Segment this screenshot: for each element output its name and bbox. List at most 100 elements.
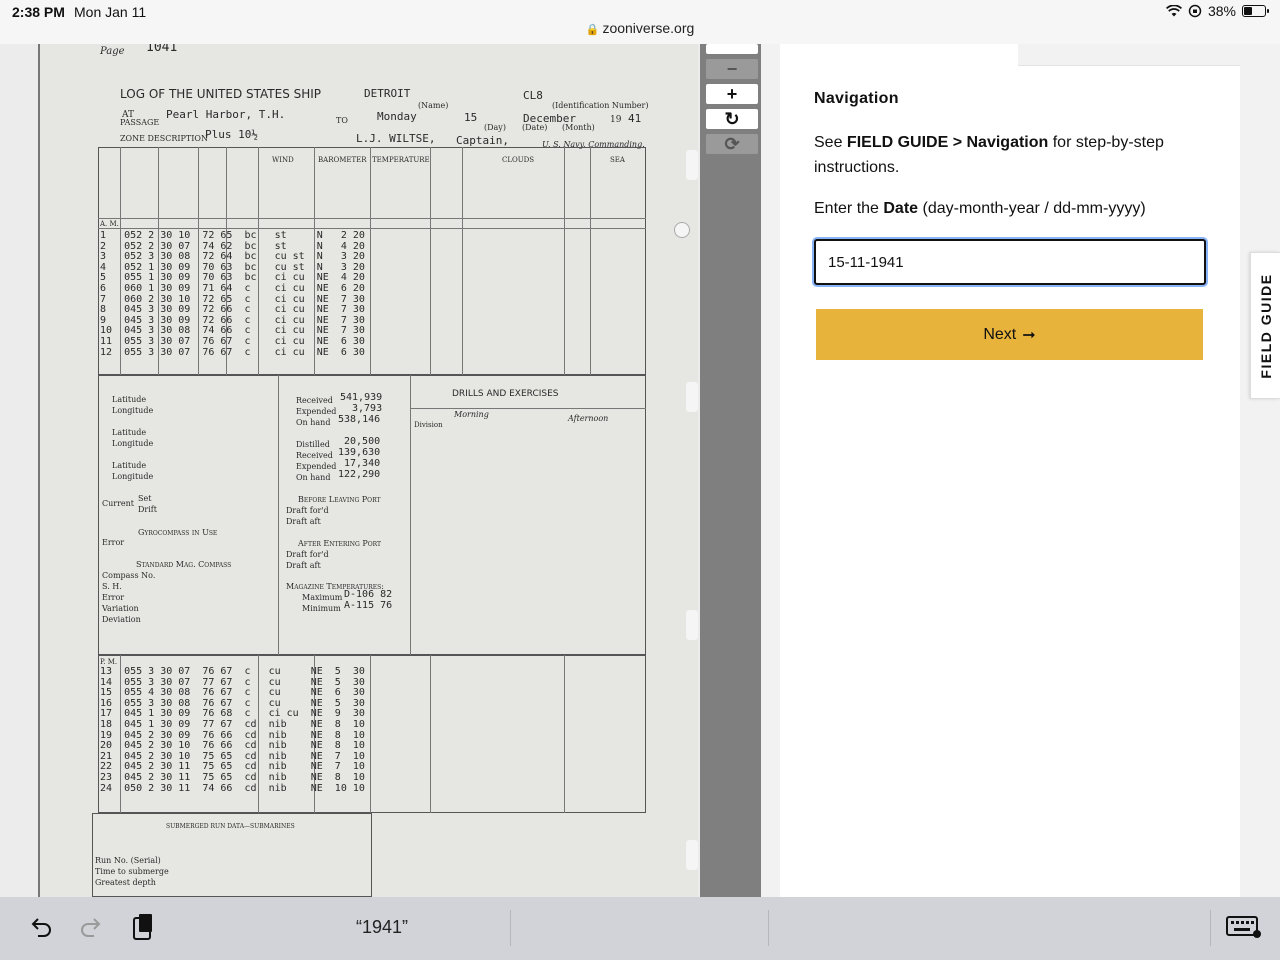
viewer-control-partial[interactable]	[706, 44, 758, 54]
fuel-expended: 3,793	[352, 403, 383, 414]
division-label: Division	[414, 421, 443, 429]
morning-label: Morning	[454, 410, 489, 419]
reset-view-button[interactable]: ↻	[706, 109, 758, 129]
day-of-week: Monday	[377, 110, 417, 123]
divider	[1210, 910, 1211, 946]
mag-compass-label: Standard Mag. Compass	[136, 560, 232, 569]
name-label: (Name)	[418, 101, 449, 110]
year-prefix: 19	[610, 115, 622, 125]
next-label: Next	[983, 325, 1017, 343]
passage-label: PASSAGE	[120, 118, 160, 127]
minus-icon: −	[726, 58, 738, 79]
battery-level	[1244, 7, 1252, 15]
hide-keyboard-button[interactable]	[1226, 912, 1262, 942]
binder-clip	[686, 610, 698, 640]
redo-button[interactable]	[76, 912, 106, 942]
page-number: 1041	[146, 44, 178, 55]
rotate-icon: ⟳	[724, 133, 740, 154]
water-distilled-label: Distilled	[296, 440, 330, 449]
date: Mon Jan 11	[74, 4, 147, 20]
drills-title: DRILLS AND EXERCISES	[452, 389, 559, 399]
panel-tab[interactable]	[1018, 44, 1240, 66]
url-text: zooniverse.org	[602, 20, 695, 36]
fuel-received-label: Received	[296, 396, 333, 405]
date-question: Enter the Date (day-month-year / dd-mm-y…	[814, 200, 1146, 218]
question-bold: Date	[883, 200, 919, 217]
orientation-lock-icon	[1188, 4, 1202, 18]
keyboard-icon	[1226, 916, 1261, 938]
water-received-label: Received	[296, 451, 333, 460]
divider	[768, 910, 769, 946]
status-bar: 2:38 PM Mon Jan 11 🔒 zooniverse.org 38%	[0, 0, 1280, 44]
am-observations: 1 052 2 30 10 72 65 bc st N 2 20 2 052 2…	[100, 230, 365, 358]
after-port-label: After Entering Port	[298, 539, 382, 548]
zone-label: ZONE DESCRIPTION	[120, 134, 208, 143]
field-guide-tab[interactable]: FIELD GUIDE	[1250, 252, 1280, 399]
zone-value: Plus 10½	[205, 128, 258, 141]
water-expended-label: Expended	[296, 462, 337, 471]
undo-icon	[31, 918, 51, 937]
deviation-label: Deviation	[102, 615, 141, 624]
lock-icon: 🔒	[585, 24, 600, 36]
place: Pearl Harbor, T.H.	[166, 108, 286, 121]
latitude-2000: Latitude	[112, 461, 147, 470]
draft-fwd-before: Draft for'd	[286, 506, 329, 515]
divider	[510, 910, 511, 946]
log-page-image[interactable]: Page 1041 LOG OF THE UNITED STATES SHIP …	[38, 44, 698, 897]
paste-button[interactable]	[128, 912, 158, 942]
current-label: Current	[102, 499, 135, 508]
fuel-expended-label: Expended	[296, 407, 337, 416]
latitude-noon: Latitude	[112, 428, 147, 437]
field-guide-label: FIELD GUIDE	[1257, 272, 1274, 379]
binder-clip	[686, 150, 698, 180]
viewer-toolbar	[700, 44, 761, 897]
battery-icon	[1242, 5, 1269, 17]
keyboard-shortcut-bar	[0, 897, 1280, 960]
captain-name: L.J. WILTSE,	[356, 132, 436, 145]
rotate-button[interactable]: ⟳	[706, 134, 758, 154]
desc-see: See	[814, 134, 847, 151]
date-input[interactable]	[814, 239, 1206, 285]
water-onhand-label: On hand	[296, 473, 331, 482]
ship-number: CL8	[523, 89, 543, 102]
greatest-depth-label: Greatest depth	[95, 878, 156, 887]
reset-icon: ↻	[724, 108, 740, 129]
wind-header: WIND	[272, 156, 294, 164]
year-suffix: 41	[628, 112, 642, 125]
binder-hole	[674, 222, 690, 238]
task-description: See FIELD GUIDE > Navigation for step-by…	[814, 130, 1214, 180]
pm-label: P. M.	[100, 658, 118, 666]
gyro-error-label: Error	[102, 538, 125, 547]
undo-button[interactable]	[26, 912, 56, 942]
pm-observations: 13 055 3 30 07 76 67 c cu NE 5 30 14 055…	[100, 666, 365, 794]
month-label: (Month)	[562, 123, 595, 132]
mag-max: D-106 82	[344, 589, 393, 600]
am-label: A. M.	[100, 220, 119, 228]
status-icons: 38%	[1165, 3, 1269, 19]
draft-aft-before: Draft aft	[286, 517, 321, 526]
fuel-received: 541,939	[340, 392, 383, 403]
zoom-out-button[interactable]: −	[706, 59, 758, 79]
mag-min-label: Minimum	[302, 604, 341, 613]
wifi-icon	[1165, 5, 1182, 17]
task-heading: Navigation	[814, 90, 899, 107]
water-expended: 17,340	[344, 458, 381, 469]
draft-fwd-after: Draft for'd	[286, 550, 329, 559]
day: 15	[464, 111, 478, 124]
zoom-in-button[interactable]: +	[706, 84, 758, 104]
compass-no-label: Compass No.	[102, 571, 156, 580]
page-label: Page	[100, 46, 125, 57]
next-button[interactable]: Next ➞	[816, 309, 1203, 360]
url-bar[interactable]: 🔒 zooniverse.org	[0, 20, 1280, 36]
id-label: (Identification Number)	[552, 101, 649, 110]
redo-icon	[81, 918, 101, 937]
draft-aft-after: Draft aft	[286, 561, 321, 570]
set-label: Set	[138, 494, 152, 503]
gyro-label: Gyrocompass in Use	[138, 528, 218, 537]
variation-label: Variation	[102, 604, 139, 613]
text-suggestion[interactable]: “1941”	[356, 917, 408, 938]
water-onhand: 122,290	[338, 469, 381, 480]
to-label: TO	[336, 116, 348, 125]
temperature-header: TEMPERATURE	[372, 156, 430, 164]
plus-icon: +	[726, 83, 738, 104]
